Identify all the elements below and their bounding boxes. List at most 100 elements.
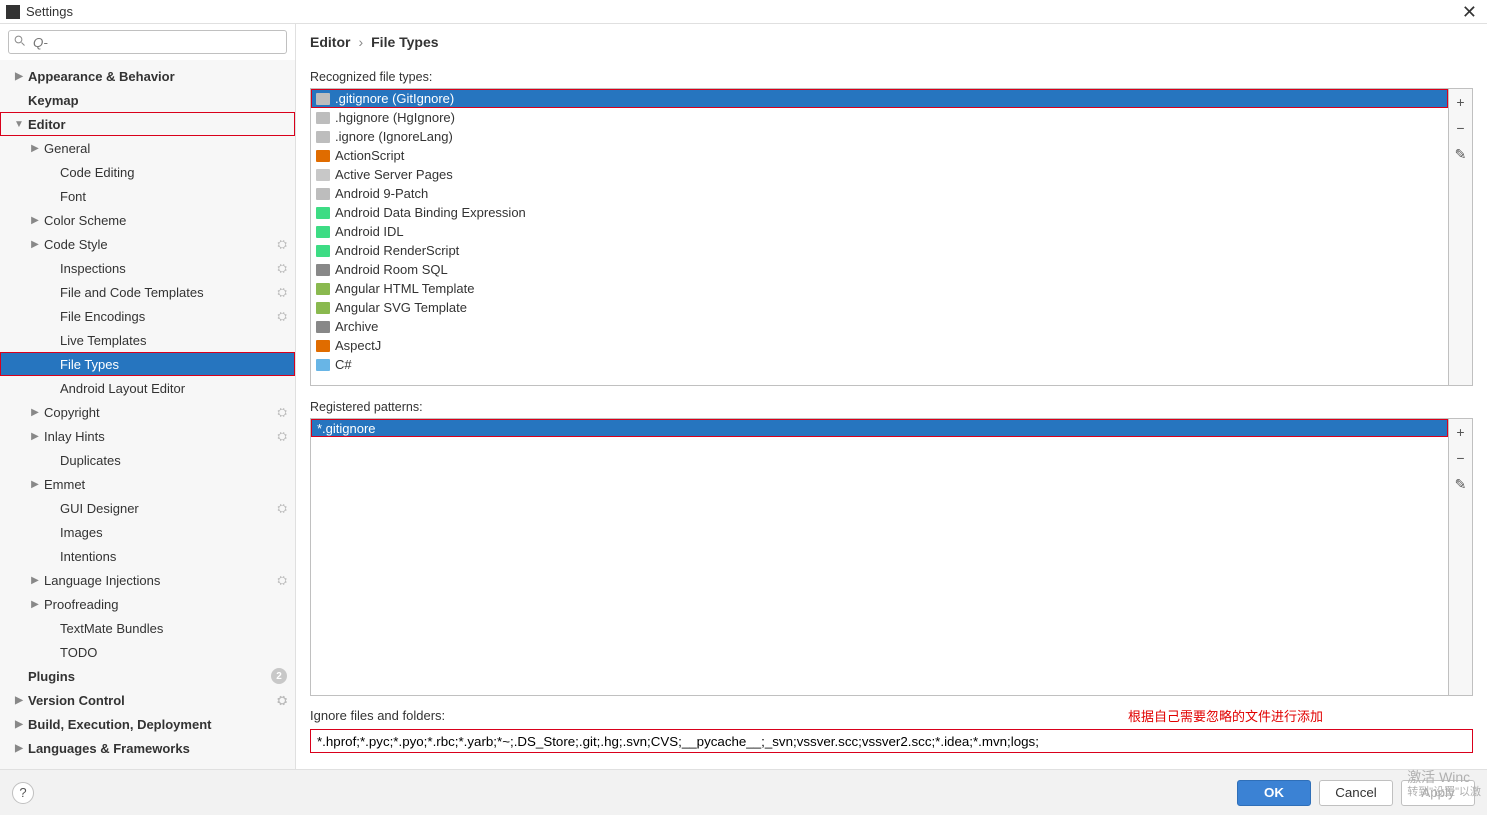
sidebar-item-label: Language Injections xyxy=(44,573,273,588)
chevron-right-icon: ▶ xyxy=(14,71,24,82)
file-type-row[interactable]: C# xyxy=(311,355,1448,374)
chevron-right-icon: ▶ xyxy=(14,719,24,730)
file-type-row[interactable]: Android RenderScript xyxy=(311,241,1448,260)
sidebar-item[interactable]: Inspections⛭ xyxy=(0,256,295,280)
file-type-row[interactable]: Android IDL xyxy=(311,222,1448,241)
sidebar-item[interactable]: ▶Inlay Hints⛭ xyxy=(0,424,295,448)
file-type-label: Android RenderScript xyxy=(335,243,459,258)
file-type-row[interactable]: Android Data Binding Expression xyxy=(311,203,1448,222)
file-type-icon xyxy=(315,320,331,334)
sidebar-item[interactable]: ▶ Appearance & Behavior xyxy=(0,64,295,88)
file-type-row[interactable]: AspectJ xyxy=(311,336,1448,355)
file-type-label: Angular HTML Template xyxy=(335,281,474,296)
update-count-badge: 2 xyxy=(271,668,287,684)
sidebar-item[interactable]: TODO xyxy=(0,640,295,664)
close-icon[interactable]: ✕ xyxy=(1458,5,1481,19)
file-type-row[interactable]: .ignore (IgnoreLang) xyxy=(311,127,1448,146)
file-type-icon xyxy=(315,301,331,315)
add-file-type-button[interactable]: + xyxy=(1449,89,1472,115)
ignore-files-input[interactable] xyxy=(310,729,1473,753)
add-pattern-button[interactable]: + xyxy=(1449,419,1472,445)
sidebar-item-label: Color Scheme xyxy=(44,213,287,228)
sidebar-item[interactable]: ▶ Build, Execution, Deployment xyxy=(0,712,295,736)
chevron-right-icon: ▶ xyxy=(14,743,24,754)
sidebar-item[interactable]: ▶Code Style⛭ xyxy=(0,232,295,256)
file-type-row[interactable]: Android 9-Patch xyxy=(311,184,1448,203)
gear-icon: ⛭ xyxy=(277,429,287,444)
settings-tree[interactable]: ▶ Appearance & Behavior Keymap▼Editor▶Gene… xyxy=(0,60,295,769)
sidebar-item[interactable]: File Types xyxy=(0,352,295,376)
sidebar-item-label: Inlay Hints xyxy=(44,429,273,444)
sidebar-item[interactable]: ▶Version Control⛭ xyxy=(0,688,295,712)
file-type-label: Android IDL xyxy=(335,224,404,239)
chevron-right-icon: ▶ xyxy=(30,575,40,586)
file-type-icon xyxy=(315,358,331,372)
ignore-label: Ignore files and folders: xyxy=(310,708,445,723)
file-types-panel: .gitignore (GitIgnore).hgignore (HgIgnor… xyxy=(310,88,1473,386)
sidebar-item-label: Build, Execution, Deployment xyxy=(28,717,287,732)
file-type-icon xyxy=(315,149,331,163)
search-input[interactable] xyxy=(8,30,287,54)
sidebar-item[interactable]: File Encodings⛭ xyxy=(0,304,295,328)
sidebar-item[interactable]: Android Layout Editor xyxy=(0,376,295,400)
sidebar-item[interactable]: ▼Editor xyxy=(0,112,295,136)
file-type-row[interactable]: Active Server Pages xyxy=(311,165,1448,184)
remove-file-type-button[interactable]: − xyxy=(1449,115,1472,141)
file-type-row[interactable]: .hgignore (HgIgnore) xyxy=(311,108,1448,127)
sidebar-item[interactable]: Intentions xyxy=(0,544,295,568)
patterns-list[interactable]: *.gitignore xyxy=(311,419,1448,695)
ignore-row: Ignore files and folders: 根据自己需要忽略的文件进行添… xyxy=(310,696,1473,725)
sidebar-item[interactable]: ▶Language Injections⛭ xyxy=(0,568,295,592)
file-type-row[interactable]: ActionScript xyxy=(311,146,1448,165)
file-type-row[interactable]: Archive xyxy=(311,317,1448,336)
sidebar-item[interactable]: File and Code Templates⛭ xyxy=(0,280,295,304)
file-type-icon xyxy=(315,263,331,277)
remove-pattern-button[interactable]: − xyxy=(1449,445,1472,471)
breadcrumb-sep: › xyxy=(358,34,363,50)
settings-sidebar: ▶ Appearance & Behavior Keymap▼Editor▶Gene… xyxy=(0,24,296,769)
sidebar-item-label: TODO xyxy=(60,645,287,660)
sidebar-item-label: Inspections xyxy=(60,261,273,276)
gear-icon: ⛭ xyxy=(277,285,287,300)
apply-button[interactable]: Apply xyxy=(1401,780,1475,806)
cancel-button[interactable]: Cancel xyxy=(1319,780,1393,806)
edit-pattern-button[interactable]: ✎ xyxy=(1449,471,1472,497)
file-type-label: Angular SVG Template xyxy=(335,300,467,315)
sidebar-item[interactable]: GUI Designer⛭ xyxy=(0,496,295,520)
sidebar-item[interactable]: Duplicates xyxy=(0,448,295,472)
ok-button[interactable]: OK xyxy=(1237,780,1311,806)
edit-file-type-button[interactable]: ✎ xyxy=(1449,141,1472,167)
sidebar-item[interactable]: ▶Copyright⛭ xyxy=(0,400,295,424)
sidebar-item-label: Code Editing xyxy=(60,165,287,180)
file-type-row[interactable]: .gitignore (GitIgnore) xyxy=(311,89,1448,108)
gear-icon: ⛭ xyxy=(277,501,287,516)
file-type-row[interactable]: Angular SVG Template xyxy=(311,298,1448,317)
file-type-label: Android 9-Patch xyxy=(335,186,428,201)
file-type-icon xyxy=(315,282,331,296)
sidebar-item[interactable]: TextMate Bundles xyxy=(0,616,295,640)
file-types-list[interactable]: .gitignore (GitIgnore).hgignore (HgIgnor… xyxy=(311,89,1448,385)
sidebar-item[interactable]: Images xyxy=(0,520,295,544)
sidebar-item[interactable]: ▶Emmet xyxy=(0,472,295,496)
sidebar-item-label: Font xyxy=(60,189,287,204)
sidebar-item[interactable]: Plugins2 xyxy=(0,664,295,688)
sidebar-item[interactable]: Live Templates xyxy=(0,328,295,352)
sidebar-item[interactable]: ▶Proofreading xyxy=(0,592,295,616)
sidebar-item[interactable]: ▶Languages & Frameworks xyxy=(0,736,295,760)
sidebar-item[interactable]: Keymap xyxy=(0,88,295,112)
file-type-label: .ignore (IgnoreLang) xyxy=(335,129,453,144)
sidebar-item[interactable]: Code Editing xyxy=(0,160,295,184)
sidebar-item-label: Code Style xyxy=(44,237,273,252)
file-type-row[interactable]: Android Room SQL xyxy=(311,260,1448,279)
sidebar-item-label: Appearance & Behavior xyxy=(28,69,287,84)
sidebar-item-label: File Encodings xyxy=(60,309,273,324)
help-button[interactable]: ? xyxy=(12,782,34,804)
sidebar-item-label: Proofreading xyxy=(44,597,287,612)
sidebar-item[interactable]: Font xyxy=(0,184,295,208)
sidebar-item[interactable]: ▶Color Scheme xyxy=(0,208,295,232)
chevron-down-icon: ▼ xyxy=(14,119,24,130)
pattern-row[interactable]: *.gitignore xyxy=(311,419,1448,437)
sidebar-item[interactable]: ▶General xyxy=(0,136,295,160)
file-type-row[interactable]: Angular HTML Template xyxy=(311,279,1448,298)
patterns-panel: *.gitignore + − ✎ xyxy=(310,418,1473,696)
